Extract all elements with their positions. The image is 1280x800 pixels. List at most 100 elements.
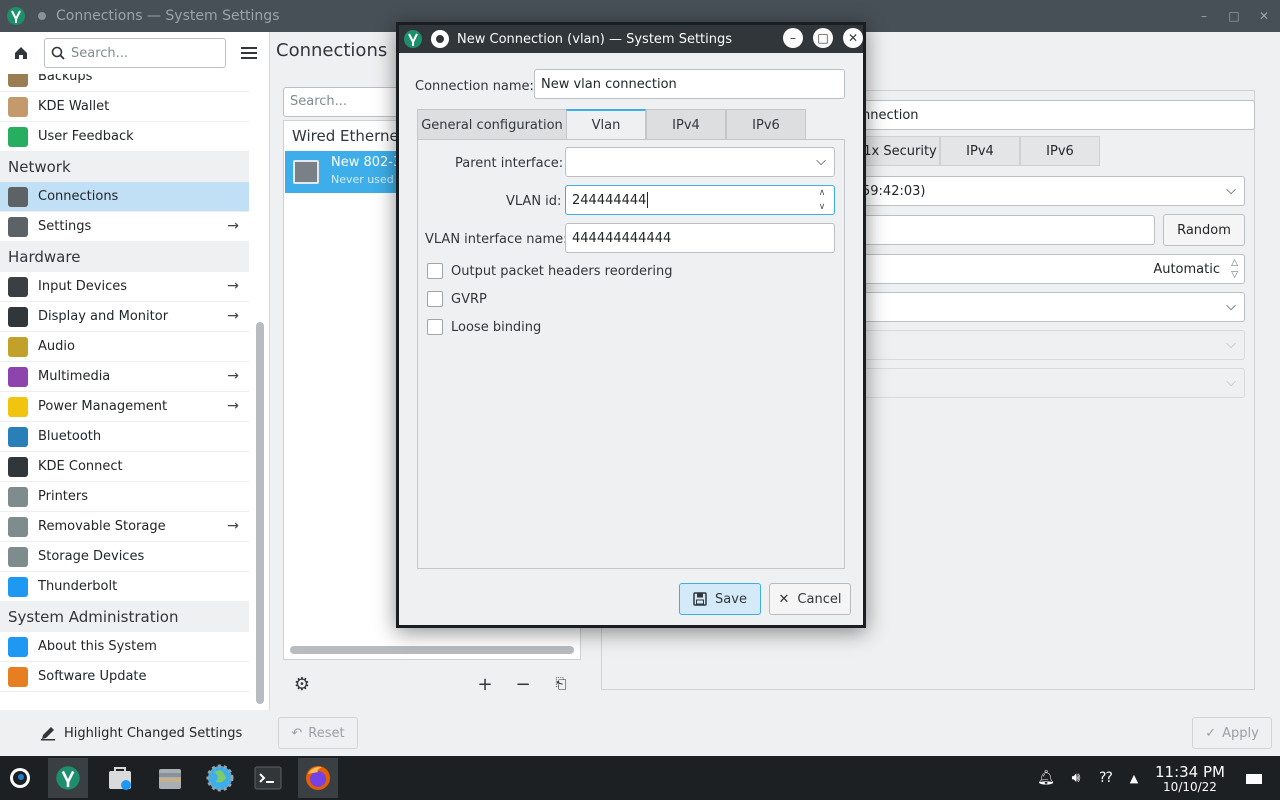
save-button[interactable]: Save	[679, 583, 761, 615]
arrow-right-icon: →	[227, 278, 239, 294]
sidebar-item-display-and-monitor[interactable]: Display and Monitor →	[0, 302, 249, 332]
sidebar-item-audio[interactable]: Audio	[0, 332, 249, 362]
cancel-button[interactable]: ✕ Cancel	[769, 583, 851, 615]
sidebar-category: Hardware	[0, 242, 249, 272]
firefox-icon[interactable]	[298, 758, 338, 798]
apply-button[interactable]: ✓ Apply	[1192, 717, 1272, 749]
sidebar-item-settings[interactable]: Settings →	[0, 212, 249, 242]
bg-tab-security[interactable]: 1x Security	[860, 136, 940, 166]
sidebar-item-label: KDE Wallet	[38, 99, 110, 114]
discover-icon[interactable]	[100, 758, 140, 798]
checkbox-box[interactable]	[427, 291, 443, 307]
steam-icon[interactable]	[2, 758, 38, 798]
gear-icon[interactable]: ⚙	[292, 674, 312, 695]
tab-ipv6[interactable]: IPv6	[726, 109, 806, 141]
sidebar-item-about-this-system[interactable]: About this System	[0, 632, 249, 662]
spin-arrows-icon[interactable]: ∧ ∨	[816, 188, 828, 212]
output-headers-reordering-checkbox[interactable]: Output packet headers reordering	[427, 263, 672, 279]
vlan-interface-name-input[interactable]: 444444444444	[565, 223, 835, 253]
highlight-changed-settings-button[interactable]: Highlight Changed Settings	[0, 710, 270, 756]
add-connection-icon[interactable]: +	[475, 674, 495, 695]
show-desktop-icon[interactable]	[1244, 768, 1264, 788]
sidebar-item-label: Thunderbolt	[38, 579, 118, 594]
dialog-close-icon[interactable]: ✕	[843, 28, 863, 48]
bg-tab-ipv6[interactable]: IPv6	[1020, 136, 1100, 166]
tab-ipv4[interactable]: IPv4	[646, 109, 726, 141]
sidebar-item-multimedia[interactable]: Multimedia →	[0, 362, 249, 392]
bg-mac-select[interactable]: 59:42:03) ⌵	[855, 176, 1245, 206]
sidebar-item-backups[interactable]: Backups	[0, 74, 249, 92]
removable-storage-icon	[8, 516, 28, 537]
sidebar-item-input-devices[interactable]: Input Devices →	[0, 272, 249, 302]
dialog-titlebar[interactable]: New Connection (vlan) — System Settings …	[399, 25, 863, 53]
cancel-x-icon: ✕	[778, 591, 790, 607]
sidebar-item-kde-connect[interactable]: KDE Connect	[0, 452, 249, 482]
bg-connection-name-input[interactable]: nnection	[855, 100, 1255, 130]
sidebar-item-software-update[interactable]: Software Update	[0, 662, 249, 692]
bg-select[interactable]: ⌵	[855, 292, 1245, 322]
vlan-id-spinbox[interactable]: 244444444 ∧ ∨	[565, 185, 835, 215]
thunderbolt-icon	[8, 576, 28, 597]
connections-search-input[interactable]: Search...	[283, 87, 403, 117]
chevron-down-icon: ⌵	[1226, 299, 1236, 314]
dialog-minimize-icon[interactable]: –	[783, 28, 803, 48]
pencil-icon	[41, 727, 55, 741]
sidebar-item-thunderbolt[interactable]: Thunderbolt	[0, 572, 249, 602]
audio-icon	[8, 336, 28, 357]
reset-button[interactable]: ↶ Reset	[278, 717, 358, 749]
connection-name-input[interactable]: New vlan connection	[534, 69, 845, 99]
sidebar-item-connections[interactable]: Connections	[0, 182, 249, 212]
file-manager-icon[interactable]	[150, 758, 190, 798]
sidebar-item-printers[interactable]: Printers	[0, 482, 249, 512]
terminal-icon[interactable]	[248, 758, 288, 798]
volume-icon[interactable]: 🔊︎	[1066, 768, 1086, 788]
minimize-icon[interactable]: –	[1190, 0, 1218, 32]
sidebar-search-input[interactable]: Search...	[44, 38, 226, 68]
network-status-icon[interactable]: ⁇	[1096, 768, 1116, 788]
sidebar-item-storage-devices[interactable]: Storage Devices	[0, 542, 249, 572]
gvrp-checkbox[interactable]: GVRP	[427, 291, 487, 307]
checkbox-box[interactable]	[427, 263, 443, 279]
sidebar-item-removable-storage[interactable]: Removable Storage →	[0, 512, 249, 542]
connections-hscrollbar[interactable]	[290, 646, 574, 654]
sidebar-category: Network	[0, 152, 249, 182]
sidebar-item-bluetooth[interactable]: Bluetooth	[0, 422, 249, 452]
home-icon[interactable]	[10, 42, 32, 64]
maximize-icon[interactable]: □	[1220, 0, 1248, 32]
sidebar-item-label: Removable Storage	[38, 519, 166, 534]
vlan-interface-name-label: VLAN interface name:	[425, 232, 568, 247]
sidebar-item-user-feedback[interactable]: User Feedback	[0, 122, 249, 152]
dialog-maximize-icon[interactable]: □	[813, 28, 833, 48]
sidebar-item-kde-wallet[interactable]: KDE Wallet	[0, 92, 249, 122]
hamburger-menu-icon[interactable]	[238, 42, 260, 64]
sidebar-item-power-management[interactable]: Power Management →	[0, 392, 249, 422]
checkbox-box[interactable]	[427, 319, 443, 335]
pin-icon[interactable]	[38, 12, 46, 20]
chevron-down-icon: ⌵	[1226, 337, 1236, 352]
random-button[interactable]: Random	[1163, 214, 1245, 246]
system-settings-taskbar-icon[interactable]	[48, 758, 88, 798]
vlan-id-label: VLAN id:	[506, 194, 562, 209]
network-globe-icon[interactable]	[200, 758, 240, 798]
loose-binding-checkbox[interactable]: Loose binding	[427, 319, 541, 335]
main-window-title: Connections — System Settings	[56, 8, 280, 24]
sidebar-scrollbar[interactable]	[256, 322, 264, 704]
bg-tab-ipv4[interactable]: IPv4	[940, 136, 1020, 166]
bg-disabled-select-2: ⌵	[855, 368, 1245, 398]
keep-above-icon[interactable]	[431, 30, 449, 48]
remove-connection-icon[interactable]: −	[513, 674, 533, 695]
clock-time[interactable]: 11:34 PM	[1150, 763, 1230, 781]
bg-cloned-mac-input[interactable]	[855, 215, 1155, 245]
kdeconnect-icon	[8, 456, 28, 477]
bg-mtu-spinbox[interactable]: Automatic △ ▽	[855, 254, 1245, 284]
notifications-bell-icon[interactable]: 🔔︎	[1036, 768, 1056, 788]
bg-mtu-value: Automatic	[1153, 261, 1220, 277]
tab-vlan[interactable]: Vlan	[566, 109, 646, 141]
close-icon[interactable]: ✕	[1250, 0, 1278, 32]
tab-general-configuration[interactable]: General configuration	[417, 109, 567, 141]
tray-expand-icon[interactable]: ▲	[1124, 768, 1144, 788]
export-connection-icon[interactable]: ⎗	[551, 674, 571, 694]
connection-list-item[interactable]: New 802-3 Never used	[285, 151, 405, 193]
arrow-right-icon: →	[227, 398, 239, 414]
parent-interface-select[interactable]: ⌵	[565, 147, 835, 177]
